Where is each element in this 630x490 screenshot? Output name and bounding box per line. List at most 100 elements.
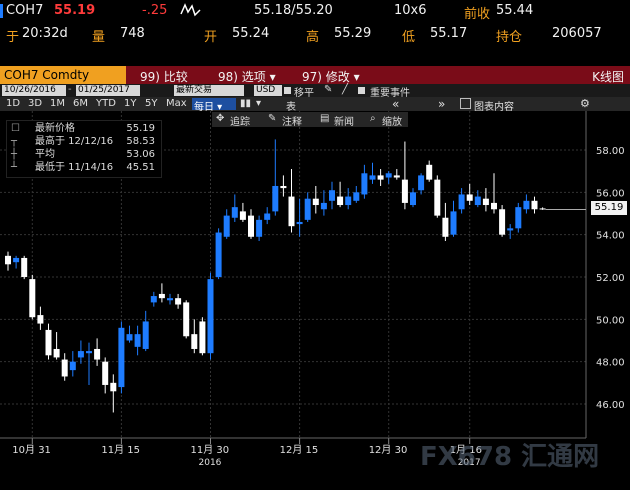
end-date-field[interactable]: 01/25/2017 xyxy=(76,85,140,96)
last-price-tag: 55.19 xyxy=(591,201,627,215)
period-max[interactable]: Max xyxy=(166,98,187,109)
quote-time: 20:32d xyxy=(22,26,68,41)
candle-body xyxy=(507,228,514,231)
candle-body xyxy=(215,232,222,277)
line-draw-icon[interactable]: ╱ xyxy=(342,84,348,95)
candle-body xyxy=(312,198,319,206)
zoom-icon[interactable]: ⌕ xyxy=(370,113,376,124)
frequency-select[interactable]: 每日 ▾ xyxy=(192,98,236,113)
track-button[interactable]: 追踪 xyxy=(230,113,250,128)
currency-select[interactable]: USD xyxy=(254,85,282,96)
chart-type-icon[interactable]: ▮▮ xyxy=(240,98,251,109)
view-name: K线图 xyxy=(592,70,624,84)
candle-body xyxy=(150,296,157,303)
candle-body xyxy=(426,164,433,180)
candle-body xyxy=(369,175,376,180)
period-1d[interactable]: 1D xyxy=(6,98,20,109)
news-button[interactable]: 新闻 xyxy=(334,113,354,128)
y-tick-label: 56.00 xyxy=(596,188,625,199)
period-ytd[interactable]: YTD xyxy=(96,98,116,109)
events-checkbox[interactable] xyxy=(358,87,365,94)
candle-body xyxy=(474,196,481,206)
candle-body xyxy=(134,334,141,347)
annotate-icon[interactable]: ✎ xyxy=(268,113,276,124)
news-icon[interactable]: ▤ xyxy=(320,113,329,124)
candle-body xyxy=(207,279,214,354)
candle-body xyxy=(102,361,109,385)
sparkline-icon xyxy=(180,2,202,22)
average-marker-icon: ┼ xyxy=(11,149,18,160)
candle-body xyxy=(231,207,238,218)
candle-body xyxy=(458,194,465,210)
candle-body xyxy=(482,198,489,206)
prev-close-label: 前收 xyxy=(464,7,491,22)
edit-menu[interactable]: 97) 修改 ▾ xyxy=(302,68,360,85)
shift-checkbox[interactable] xyxy=(284,87,291,94)
options-menu[interactable]: 98) 选项 ▾ xyxy=(218,68,276,85)
scroll-back-button[interactable]: « xyxy=(392,97,399,111)
period-1y[interactable]: 1Y xyxy=(124,98,136,109)
trade-size: 10x6 xyxy=(394,3,427,18)
period-toolbar: 1D 3D 1M 6M YTD 1Y 5Y Max 每日 ▾ ▮▮ ▾ 表 « … xyxy=(0,97,630,113)
candle-body xyxy=(175,298,182,305)
zoom-button[interactable]: 缩放 xyxy=(382,113,402,128)
candle-body xyxy=(450,211,457,235)
candle-body xyxy=(13,257,20,263)
scroll-forward-button[interactable]: » xyxy=(438,97,445,111)
candle-body xyxy=(304,198,311,220)
period-5y[interactable]: 5Y xyxy=(145,98,157,109)
candle-body xyxy=(442,217,449,237)
prev-close: 55.44 xyxy=(496,3,534,18)
candle-body xyxy=(110,382,117,392)
low-label: 低 xyxy=(402,30,416,45)
candle-body xyxy=(296,221,303,225)
compare-menu[interactable]: 99) 比较 xyxy=(140,68,188,85)
candle-body xyxy=(21,257,28,277)
ticker-marker xyxy=(0,4,3,18)
legend-row-last[interactable]: ☐ 最新价格 55.19 xyxy=(7,123,159,135)
legend-checkbox-icon[interactable]: ☐ xyxy=(11,123,20,135)
candle-body xyxy=(418,175,425,191)
x-tick-label: 12月 30 xyxy=(369,444,408,456)
time-prefix: 于 xyxy=(6,30,20,45)
candle-body xyxy=(86,351,92,354)
candle-body xyxy=(167,298,173,301)
start-date-field[interactable]: 10/26/2016 xyxy=(2,85,66,96)
candle-body xyxy=(53,348,60,358)
settings-gear-icon[interactable]: ⚙ xyxy=(580,97,590,110)
track-icon[interactable]: ✥ xyxy=(216,113,224,124)
candle-body xyxy=(158,293,165,299)
pencil-icon[interactable]: ✎ xyxy=(324,84,332,95)
legend-row-low: ┴ 最低于 11/14/16 45.51 xyxy=(11,162,155,173)
open-label: 开 xyxy=(204,30,218,45)
candle-body xyxy=(466,194,473,201)
period-6m[interactable]: 6M xyxy=(73,98,88,109)
candle-body xyxy=(288,196,295,227)
x-year-label: 2016 xyxy=(199,458,222,468)
candle-body xyxy=(329,190,335,201)
date-toolbar: 10/26/2016 - 01/25/2017 最新交易 USD 移平 ✎ ╱ … xyxy=(0,84,630,99)
period-3d[interactable]: 3D xyxy=(28,98,42,109)
candle-body xyxy=(320,202,327,210)
candle-body xyxy=(272,185,279,212)
high-marker-icon: ┬ xyxy=(11,136,18,147)
candle-body xyxy=(142,321,149,349)
market-select[interactable]: 最新交易 xyxy=(174,85,244,96)
candle-body xyxy=(393,175,400,178)
candle-body xyxy=(77,351,84,358)
period-1m[interactable]: 1M xyxy=(50,98,65,109)
ticker[interactable]: COH7 xyxy=(6,3,43,18)
annotate-button[interactable]: 注释 xyxy=(282,113,302,128)
candle-body xyxy=(280,185,287,189)
candle-body xyxy=(539,208,546,210)
security-name[interactable]: COH7 Comdty xyxy=(4,68,89,82)
candle-body xyxy=(385,173,392,178)
chart-tools: ✥ 追踪 ✎ 注释 ▤ 新闻 ⌕ 缩放 xyxy=(212,112,408,128)
candle-body xyxy=(491,202,497,210)
candle-body xyxy=(126,334,133,341)
chart-type-dropdown-icon[interactable]: ▾ xyxy=(256,98,261,109)
price-legend: ☐ 最新价格 55.19 ┬ 最高于 12/12/16 58.53 ┼ 平均 5… xyxy=(6,120,162,178)
y-tick-label: 50.00 xyxy=(596,315,625,326)
candle-body xyxy=(410,192,416,206)
candle-body xyxy=(94,348,101,360)
